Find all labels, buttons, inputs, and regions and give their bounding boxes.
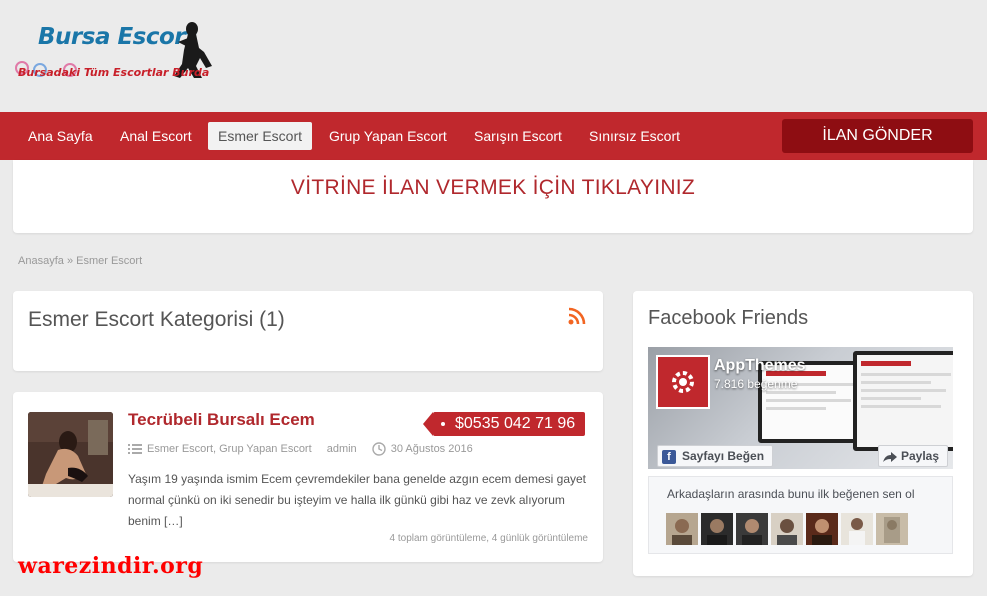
watermark-text: warezindir.org	[18, 553, 204, 579]
nav-item-sarisin-escort[interactable]: Sarışın Escort	[464, 122, 572, 150]
clock-icon	[372, 442, 386, 456]
post-categories: Esmer Escort, Grup Yapan Escort	[128, 443, 312, 455]
banner-text: VİTRİNE İLAN VERMEK İÇİN TIKLAYINIZ	[290, 176, 696, 199]
post-thumbnail[interactable]	[28, 412, 113, 497]
avatar[interactable]	[771, 513, 803, 545]
site-logo[interactable]: Bursa Escort Bursadaki Tüm Escortlar Bur…	[12, 20, 222, 90]
avatar[interactable]	[736, 513, 768, 545]
post-card: Tecrübeli Bursalı Ecem $0535 042 71 96 E…	[13, 392, 603, 562]
price-tag-hole	[441, 422, 445, 426]
avatar[interactable]	[841, 513, 873, 545]
ilan-gonder-button[interactable]: İLAN GÖNDER	[782, 119, 973, 153]
facebook-like-button[interactable]: f Sayfayı Beğen	[657, 445, 774, 467]
avatar[interactable]	[876, 513, 908, 545]
share-arrow-icon	[883, 451, 897, 462]
facebook-like-label: Sayfayı Beğen	[682, 449, 765, 463]
post-view-count: 4 toplam görüntüleme, 4 günlük görüntüle…	[389, 533, 588, 544]
rss-icon[interactable]	[568, 307, 586, 325]
post-author[interactable]: admin	[327, 443, 357, 455]
nav-item-ana-sayfa[interactable]: Ana Sayfa	[18, 122, 103, 150]
avatar[interactable]	[806, 513, 838, 545]
gear-icon	[672, 371, 694, 393]
price-value: $0535 042 71 96	[455, 415, 576, 432]
facebook-page-name[interactable]: AppThemes	[714, 357, 806, 375]
category-title: Esmer Escort Kategorisi (1)	[28, 308, 285, 331]
list-icon	[128, 444, 142, 455]
category-header-panel: Esmer Escort Kategorisi (1)	[13, 291, 603, 371]
nav-item-anal-escort[interactable]: Anal Escort	[110, 122, 202, 150]
breadcrumb: Anasayfa » Esmer Escort	[18, 255, 142, 267]
breadcrumb-separator: »	[66, 255, 74, 267]
breadcrumb-home-link[interactable]: Anasayfa	[18, 255, 64, 267]
facebook-share-label: Paylaş	[901, 449, 940, 463]
avatar[interactable]	[666, 513, 698, 545]
facebook-widget: Facebook Friends AppThemes 7.816 beğenme…	[633, 291, 973, 576]
post-categories-text[interactable]: Esmer Escort, Grup Yapan Escort	[147, 443, 312, 455]
post-date: 30 Ağustos 2016	[372, 442, 473, 456]
nav-item-grup-yapan-escort[interactable]: Grup Yapan Escort	[319, 122, 457, 150]
avatar[interactable]	[701, 513, 733, 545]
post-excerpt: Yaşım 19 yaşında ismim Ecem çevremdekile…	[128, 472, 586, 528]
post-date-text: 30 Ağustos 2016	[390, 442, 473, 455]
price-tag[interactable]: $0535 042 71 96	[422, 412, 586, 436]
post-title-link[interactable]: Tecrübeli Bursalı Ecem	[128, 410, 315, 430]
facebook-friend-avatars	[666, 513, 908, 545]
facebook-share-button[interactable]: Paylaş	[878, 445, 949, 467]
logo-tagline: Bursadaki Tüm Escortlar Burda	[18, 66, 210, 79]
cover-monitor-right	[853, 351, 953, 451]
facebook-f-icon: f	[662, 449, 676, 464]
facebook-widget-title: Facebook Friends	[648, 307, 809, 329]
nav-item-esmer-escort[interactable]: Esmer Escort	[208, 122, 313, 150]
nav-item-sinirsiz-escort[interactable]: Sınırsız Escort	[579, 122, 690, 150]
appthemes-logo	[656, 355, 710, 409]
site-header: Bursa Escort Bursadaki Tüm Escortlar Bur…	[0, 0, 987, 112]
facebook-friends-text: Arkadaşların arasında bunu ilk beğenen s…	[667, 487, 915, 501]
showcase-banner[interactable]: VİTRİNE İLAN VERMEK İÇİN TIKLAYINIZ	[13, 160, 973, 233]
post-meta: Esmer Escort, Grup Yapan Escort admin 30…	[128, 442, 485, 456]
facebook-friends-box: Arkadaşların arasında bunu ilk beğenen s…	[648, 476, 953, 554]
post-thumbnail-image	[28, 412, 113, 497]
breadcrumb-current: Esmer Escort	[76, 255, 143, 267]
facebook-page-cover[interactable]: AppThemes 7.816 beğenme f Sayfayı Beğen P…	[648, 347, 953, 469]
facebook-like-count: 7.816 beğenme	[714, 377, 798, 391]
